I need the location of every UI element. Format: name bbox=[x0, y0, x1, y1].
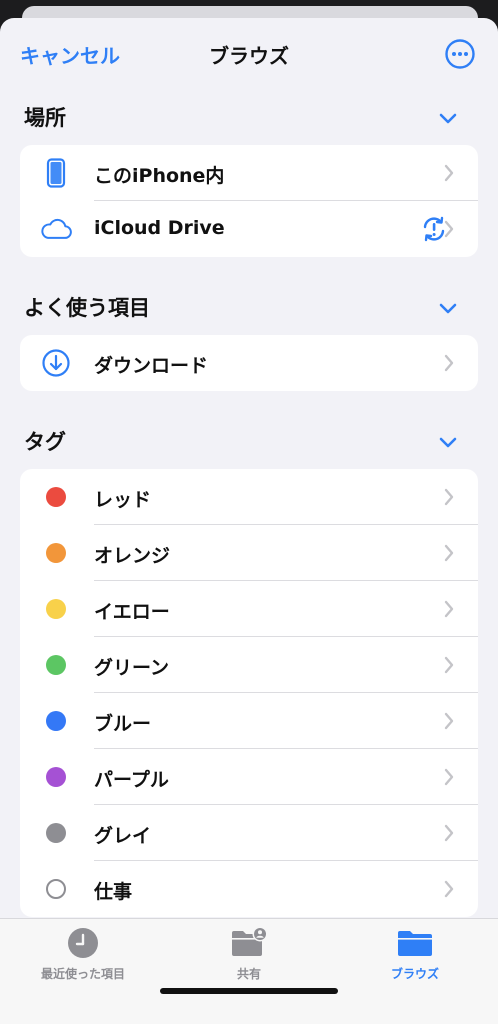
location-label: iCloud Drive bbox=[94, 217, 225, 239]
location-item-iphone[interactable]: このiPhone内 bbox=[20, 145, 478, 201]
navigation-bar: キャンセル ブラウズ bbox=[0, 18, 498, 90]
tag-label: レッド bbox=[94, 489, 152, 511]
tab-browse[interactable]: ブラウズ bbox=[332, 919, 498, 999]
tag-label: グレイ bbox=[94, 825, 152, 847]
chevron-right-icon bbox=[444, 488, 454, 506]
tab-bar: 最近使った項目 共有 ブラウズ bbox=[0, 918, 498, 1024]
chevron-right-icon bbox=[444, 354, 454, 372]
location-label: このiPhone内 bbox=[94, 165, 225, 187]
iphone-icon bbox=[40, 157, 72, 189]
section-title-favorites: よく使う項目 bbox=[24, 296, 150, 320]
tag-item-orange[interactable]: オレンジ bbox=[20, 525, 478, 581]
chevron-right-icon bbox=[444, 880, 454, 898]
tag-color-dot-icon bbox=[46, 711, 66, 731]
chevron-right-icon bbox=[444, 220, 454, 238]
chevron-right-icon bbox=[444, 656, 454, 674]
chevron-right-icon bbox=[444, 768, 454, 786]
tag-label: パープル bbox=[94, 769, 169, 791]
tag-label: イエロー bbox=[94, 601, 170, 623]
folder-icon bbox=[398, 931, 432, 956]
chevron-right-icon bbox=[444, 544, 454, 562]
tag-color-dot-icon bbox=[46, 599, 66, 619]
tags-list: レッド オレンジ イエロー グリーン ブルー パープル グレイ 仕事 bbox=[20, 469, 478, 917]
favorites-list: ダウンロード bbox=[20, 335, 478, 391]
tag-item-yellow[interactable]: イエロー bbox=[20, 581, 478, 637]
tag-color-dot-icon bbox=[46, 543, 66, 563]
home-indicator[interactable] bbox=[160, 988, 338, 994]
download-circle-icon bbox=[40, 347, 72, 379]
tab-label: 共有 bbox=[236, 967, 261, 981]
cloud-icon bbox=[40, 213, 72, 245]
tag-item-purple[interactable]: パープル bbox=[20, 749, 478, 805]
tag-label: ブルー bbox=[94, 713, 152, 735]
tag-color-dot-icon bbox=[46, 823, 66, 843]
chevron-right-icon bbox=[444, 164, 454, 182]
chevron-down-icon[interactable] bbox=[438, 436, 458, 450]
favorite-label: ダウンロード bbox=[94, 355, 209, 377]
section-title-tags: タグ bbox=[24, 430, 66, 454]
page-title: ブラウズ bbox=[209, 44, 289, 68]
chevron-down-icon[interactable] bbox=[438, 302, 458, 316]
clock-icon bbox=[68, 928, 98, 958]
location-item-icloud-drive[interactable]: iCloud Drive bbox=[20, 201, 478, 257]
tag-item-blue[interactable]: ブルー bbox=[20, 693, 478, 749]
tag-label: 仕事 bbox=[94, 881, 133, 903]
shared-folder-icon bbox=[232, 927, 267, 956]
chevron-right-icon bbox=[444, 600, 454, 618]
chevron-right-icon bbox=[444, 712, 454, 730]
tab-label: 最近使った項目 bbox=[40, 967, 125, 981]
tag-label: グリーン bbox=[94, 657, 170, 679]
tag-label: オレンジ bbox=[94, 545, 171, 567]
locations-list: このiPhone内 iCloud Drive bbox=[20, 145, 478, 257]
tag-item-red[interactable]: レッド bbox=[20, 469, 478, 525]
browse-sheet: キャンセル ブラウズ 場所 このiPhone内 iCloud Drive よく使… bbox=[0, 18, 498, 1024]
tab-label: ブラウズ bbox=[390, 967, 439, 981]
ellipsis-circle-icon[interactable] bbox=[444, 38, 476, 70]
chevron-right-icon bbox=[444, 824, 454, 842]
tag-color-dot-icon bbox=[46, 655, 66, 675]
tag-color-dot-icon bbox=[46, 487, 66, 507]
tag-item-work[interactable]: 仕事 bbox=[20, 861, 478, 917]
tag-item-gray[interactable]: グレイ bbox=[20, 805, 478, 861]
tag-outline-dot-icon bbox=[46, 879, 66, 899]
tag-color-dot-icon bbox=[46, 767, 66, 787]
chevron-down-icon[interactable] bbox=[438, 112, 458, 126]
section-title-locations: 場所 bbox=[24, 106, 66, 130]
favorite-item-downloads[interactable]: ダウンロード bbox=[20, 335, 478, 391]
tab-recents[interactable]: 最近使った項目 bbox=[0, 919, 166, 999]
tab-shared[interactable]: 共有 bbox=[166, 919, 332, 999]
tag-item-green[interactable]: グリーン bbox=[20, 637, 478, 693]
